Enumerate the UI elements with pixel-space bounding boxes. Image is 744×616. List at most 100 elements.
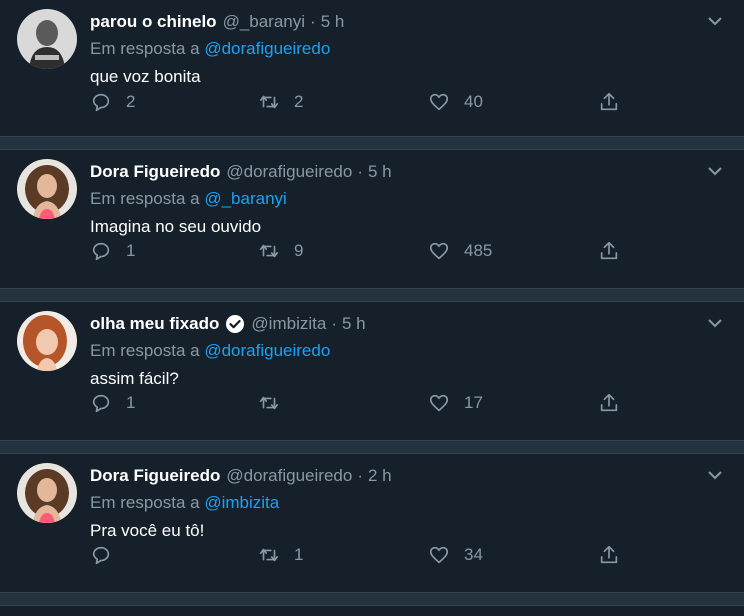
user-handle[interactable]: @dorafigueiredo bbox=[226, 466, 352, 486]
tweet-actions: 2 2 40 bbox=[90, 89, 650, 115]
like-count: 40 bbox=[464, 92, 483, 111]
share-icon bbox=[600, 545, 618, 564]
avatar-curly-hair-icon bbox=[17, 159, 77, 219]
share-button[interactable] bbox=[598, 390, 634, 416]
like-count: 485 bbox=[464, 241, 493, 260]
retweet-count: 1 bbox=[294, 545, 304, 564]
avatar-curly-hair-icon bbox=[17, 463, 77, 523]
tweet-divider bbox=[0, 440, 744, 454]
share-button[interactable] bbox=[598, 542, 634, 568]
display-name[interactable]: olha meu fixado bbox=[90, 314, 219, 334]
tweet[interactable]: Dora Figueiredo @dorafigueiredo · 5 h Em… bbox=[0, 150, 744, 288]
chevron-down-icon[interactable] bbox=[706, 314, 724, 332]
tweet-actions: 1 9 485 bbox=[90, 238, 650, 264]
reply-prefix: Em resposta a bbox=[90, 493, 200, 512]
reply-context: Em resposta a @_baranyi bbox=[90, 187, 724, 211]
share-button[interactable] bbox=[598, 89, 634, 115]
retweet-icon bbox=[259, 95, 279, 109]
reply-context: Em resposta a @dorafigueiredo bbox=[90, 37, 724, 61]
chevron-down-icon[interactable] bbox=[706, 466, 724, 484]
tweet-divider bbox=[0, 136, 744, 150]
tweet-header: olha meu fixado @imbizita · 5 h bbox=[90, 312, 724, 336]
share-icon bbox=[600, 92, 618, 111]
reply-button[interactable]: 2 bbox=[90, 89, 135, 115]
tweet-text: Pra você eu tô! bbox=[90, 521, 205, 540]
avatar[interactable] bbox=[17, 463, 77, 523]
tweet-text: que voz bonita bbox=[90, 67, 201, 86]
tweet-text: assim fácil? bbox=[90, 369, 179, 388]
reply-mention[interactable]: @dorafigueiredo bbox=[204, 341, 330, 360]
reply-mention[interactable]: @dorafigueiredo bbox=[204, 39, 330, 58]
retweet-button[interactable] bbox=[258, 390, 294, 416]
reply-context: Em resposta a @imbizita bbox=[90, 491, 724, 515]
chevron-down-icon[interactable] bbox=[706, 12, 724, 30]
tweet[interactable]: parou o chinelo @_baranyi · 5 h Em respo… bbox=[0, 0, 744, 136]
user-handle[interactable]: @_baranyi bbox=[223, 12, 305, 32]
retweet-icon bbox=[259, 548, 279, 562]
display-name[interactable]: Dora Figueiredo bbox=[90, 162, 220, 182]
reply-count: 2 bbox=[126, 92, 136, 111]
retweet-button[interactable]: 9 bbox=[258, 238, 303, 264]
separator-dot: · bbox=[310, 12, 316, 31]
tweet-text: Imagina no seu ouvido bbox=[90, 217, 262, 236]
avatar-bw-icon bbox=[17, 9, 77, 69]
tweet-header: parou o chinelo @_baranyi · 5 h bbox=[90, 10, 724, 34]
reply-prefix: Em resposta a bbox=[90, 39, 200, 58]
separator-dot: · bbox=[357, 466, 363, 485]
avatar[interactable] bbox=[17, 311, 77, 371]
tweet[interactable]: olha meu fixado @imbizita · 5 h Em respo… bbox=[0, 302, 744, 440]
user-handle[interactable]: @dorafigueiredo bbox=[226, 162, 352, 182]
tweet-divider bbox=[0, 592, 744, 606]
avatar[interactable] bbox=[17, 9, 77, 69]
display-name[interactable]: parou o chinelo bbox=[90, 12, 217, 32]
reply-button[interactable]: 1 bbox=[90, 390, 135, 416]
reply-icon bbox=[92, 242, 110, 261]
tweet-actions: 1 17 bbox=[90, 390, 650, 416]
reply-icon bbox=[92, 394, 110, 413]
timestamp[interactable]: 5 h bbox=[368, 162, 392, 182]
like-button[interactable]: 17 bbox=[428, 390, 483, 416]
reply-icon bbox=[92, 546, 110, 565]
share-button[interactable] bbox=[598, 238, 634, 264]
verified-badge-icon bbox=[226, 315, 245, 333]
separator-dot: · bbox=[357, 162, 363, 181]
display-name[interactable]: Dora Figueiredo bbox=[90, 466, 220, 486]
heart-icon bbox=[429, 546, 449, 564]
avatar[interactable] bbox=[17, 159, 77, 219]
like-button[interactable]: 485 bbox=[428, 238, 492, 264]
reply-prefix: Em resposta a bbox=[90, 189, 200, 208]
like-count: 34 bbox=[464, 545, 483, 564]
reply-count: 1 bbox=[126, 241, 136, 260]
retweet-count: 2 bbox=[294, 92, 304, 111]
timestamp[interactable]: 5 h bbox=[342, 314, 366, 334]
retweet-icon bbox=[259, 244, 279, 258]
tweet-header: Dora Figueiredo @dorafigueiredo · 5 h bbox=[90, 160, 724, 184]
reply-icon bbox=[92, 93, 110, 112]
reply-context: Em resposta a @dorafigueiredo bbox=[90, 339, 724, 363]
heart-icon bbox=[429, 242, 449, 260]
timestamp[interactable]: 5 h bbox=[321, 12, 345, 32]
like-button[interactable]: 34 bbox=[428, 542, 483, 568]
tweet-actions: 1 34 bbox=[90, 542, 650, 568]
tweet[interactable]: Dora Figueiredo @dorafigueiredo · 2 h Em… bbox=[0, 454, 744, 592]
like-button[interactable]: 40 bbox=[428, 89, 483, 115]
separator-dot: · bbox=[331, 314, 337, 333]
retweet-button[interactable]: 1 bbox=[258, 542, 303, 568]
tweet-divider bbox=[0, 288, 744, 302]
heart-icon bbox=[429, 93, 449, 111]
share-icon bbox=[600, 393, 618, 412]
timeline: parou o chinelo @_baranyi · 5 h Em respo… bbox=[0, 0, 744, 606]
chevron-down-icon[interactable] bbox=[706, 162, 724, 180]
reply-count: 1 bbox=[126, 393, 136, 412]
timestamp[interactable]: 2 h bbox=[368, 466, 392, 486]
reply-mention[interactable]: @imbizita bbox=[204, 493, 279, 512]
heart-icon bbox=[429, 394, 449, 412]
reply-mention[interactable]: @_baranyi bbox=[204, 189, 286, 208]
reply-button[interactable] bbox=[90, 542, 126, 568]
retweet-button[interactable]: 2 bbox=[258, 89, 303, 115]
reply-prefix: Em resposta a bbox=[90, 341, 200, 360]
tweet-header: Dora Figueiredo @dorafigueiredo · 2 h bbox=[90, 464, 724, 488]
user-handle[interactable]: @imbizita bbox=[251, 314, 326, 334]
reply-button[interactable]: 1 bbox=[90, 238, 135, 264]
avatar-red-hair-icon bbox=[17, 311, 77, 371]
